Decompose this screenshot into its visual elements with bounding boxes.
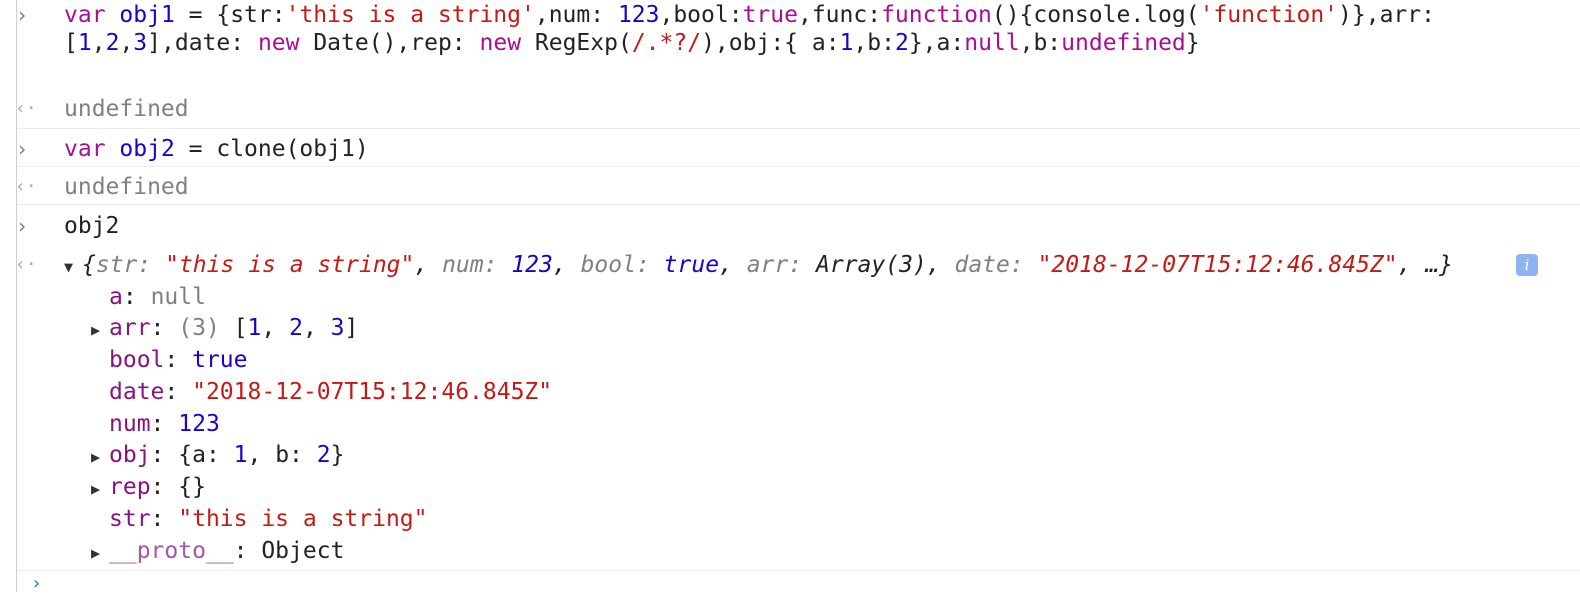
property-row-date: date: "2018-12-07T15:12:46.845Z" bbox=[109, 379, 553, 405]
result-undefined: undefined bbox=[64, 96, 189, 122]
property-row-proto[interactable]: ▶ __proto__: Object bbox=[91, 536, 344, 566]
collapsed-triangle-icon[interactable]: ▶ bbox=[91, 315, 109, 345]
input-prompt-icon: › bbox=[15, 214, 29, 238]
console-row-divider bbox=[17, 128, 1580, 167]
result-arrow-icon: ‹· bbox=[15, 98, 37, 119]
collapsed-triangle-icon[interactable]: ▶ bbox=[91, 538, 109, 568]
collapsed-triangle-icon[interactable]: ▶ bbox=[91, 474, 109, 504]
console-row-divider bbox=[17, 0, 1580, 129]
console-row-divider bbox=[17, 570, 1580, 571]
property-row-bool: bool: true bbox=[109, 347, 248, 373]
console-row-divider bbox=[17, 166, 1580, 205]
property-row-num: num: 123 bbox=[109, 411, 220, 437]
property-row-a: a: null bbox=[109, 284, 206, 310]
result-arrow-icon: ‹· bbox=[15, 254, 37, 275]
collapsed-triangle-icon[interactable]: ▶ bbox=[91, 442, 109, 472]
property-row-rep[interactable]: ▶ rep: {} bbox=[91, 472, 206, 502]
code-line-obj2: obj2 bbox=[64, 213, 120, 239]
info-icon[interactable]: i bbox=[1516, 254, 1538, 276]
property-row-arr[interactable]: ▶ arr: (3) [1, 2, 3] bbox=[91, 313, 358, 343]
expanded-triangle-icon[interactable]: ▼ bbox=[64, 252, 82, 282]
property-row-str: str: "this is a string" bbox=[109, 506, 428, 532]
property-row-obj[interactable]: ▶ obj: {a: 1, b: 2} bbox=[91, 440, 344, 470]
object-preview[interactable]: ▼ {str: "this is a string", num: 123, boo… bbox=[64, 250, 1453, 280]
console-input-prompt-icon[interactable]: › bbox=[31, 575, 43, 593]
